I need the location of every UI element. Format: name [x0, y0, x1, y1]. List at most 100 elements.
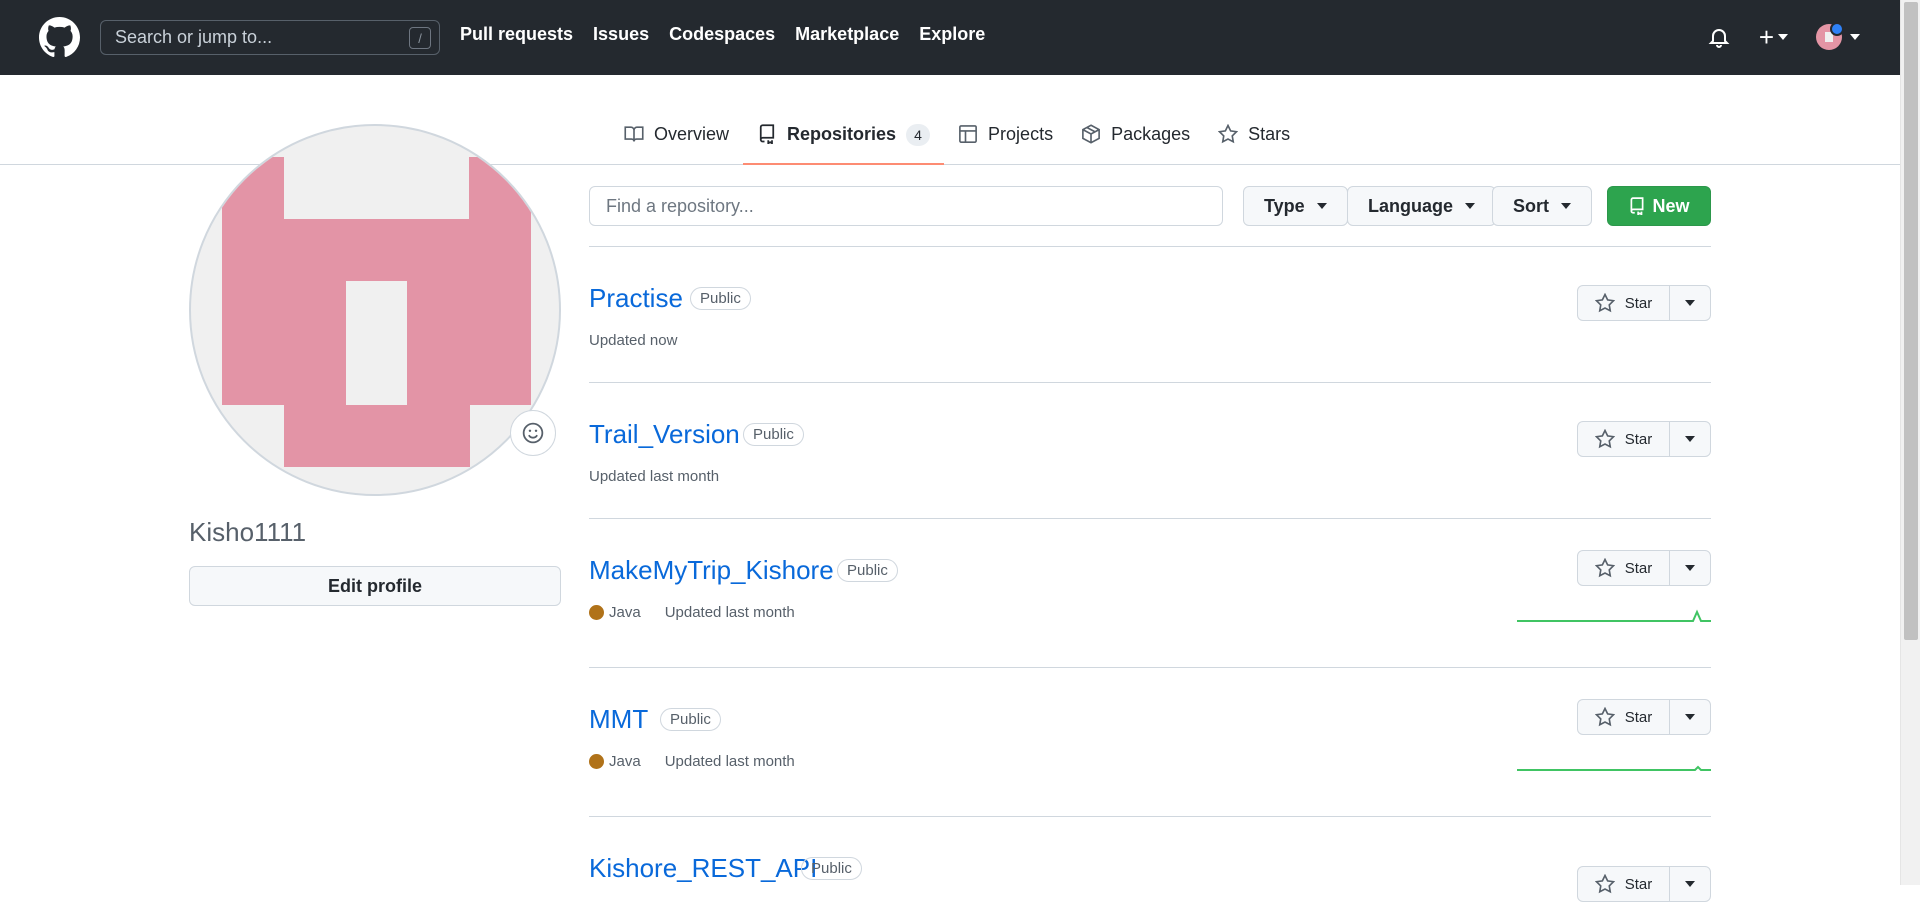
chevron-down-icon [1316, 203, 1327, 209]
star-icon [1594, 293, 1615, 313]
repo-name-link[interactable]: Trail_Version [589, 419, 740, 450]
language-color-dot [589, 605, 604, 620]
notification-status-dot [1830, 22, 1844, 36]
github-logo-icon[interactable] [39, 17, 80, 58]
repo-name-link[interactable]: Kishore_REST_API [589, 853, 817, 884]
nav-codespaces[interactable]: Codespaces [669, 24, 775, 45]
star-button-label: Star [1624, 875, 1653, 893]
star-button-group: Star [1577, 866, 1711, 902]
star-list-dropdown[interactable] [1670, 867, 1710, 901]
notification-bell-icon[interactable] [1707, 24, 1731, 50]
repo-meta: Java Updated last month [589, 604, 795, 621]
book-icon [624, 126, 644, 142]
language-filter-button[interactable]: Language [1347, 186, 1497, 226]
chevron-down-icon [1685, 881, 1695, 887]
chevron-down-icon [1685, 436, 1695, 442]
user-menu-caret-icon[interactable] [1850, 34, 1860, 40]
star-list-dropdown[interactable] [1670, 286, 1710, 320]
global-search-input[interactable]: Search or jump to... / [100, 20, 440, 55]
star-button[interactable]: Star [1578, 286, 1670, 320]
nav-explore[interactable]: Explore [919, 24, 985, 45]
tab-packages-label: Packages [1111, 124, 1191, 144]
star-icon [1594, 429, 1615, 449]
star-button-label: Star [1624, 708, 1653, 726]
page-scrollbar[interactable] [1900, 0, 1920, 885]
star-button[interactable]: Star [1578, 867, 1670, 901]
repo-meta: Updated now [589, 332, 677, 349]
star-button-group: Star [1577, 285, 1711, 321]
search-placeholder: Search or jump to... [115, 27, 273, 47]
repo-list-item: MakeMyTrip_Kishore Public Java Updated l… [589, 518, 1711, 667]
repo-list-item: Practise Public Updated now Star [589, 246, 1711, 382]
tab-projects[interactable]: Projects [944, 115, 1067, 165]
chevron-down-icon [1465, 203, 1476, 209]
star-button-label: Star [1624, 430, 1653, 448]
star-button[interactable]: Star [1578, 700, 1670, 734]
repo-updated: Updated last month [664, 604, 795, 621]
nav-issues[interactable]: Issues [593, 24, 649, 45]
repo-name-link[interactable]: MMT [589, 704, 648, 735]
activity-sparkline [1517, 609, 1711, 622]
tab-stars[interactable]: Stars [1204, 115, 1304, 165]
table-icon [959, 125, 977, 143]
repo-meta: Updated last month [589, 468, 719, 485]
visibility-badge: Public [743, 423, 804, 446]
star-button[interactable]: Star [1578, 551, 1670, 585]
star-button-group: Star [1577, 421, 1711, 457]
repo-list-item: Kishore_REST_API Public Star [589, 816, 1711, 902]
repo-list-item: Trail_Version Public Updated last month … [589, 382, 1711, 518]
repo-icon [1631, 197, 1644, 215]
visibility-badge: Public [660, 708, 721, 731]
sort-filter-label: Sort [1513, 195, 1549, 216]
chevron-down-icon [1685, 714, 1695, 720]
star-button-group: Star [1577, 699, 1711, 735]
tab-repositories[interactable]: Repositories 4 [743, 115, 945, 165]
scrollbar-thumb[interactable] [1904, 2, 1918, 640]
search-shortcut-key: / [409, 27, 431, 49]
repo-updated: Updated last month [589, 468, 720, 485]
repo-language: Java [609, 604, 641, 621]
repo-updated: Updated last month [664, 753, 795, 770]
star-button[interactable]: Star [1578, 422, 1670, 456]
new-repository-label: New [1652, 195, 1690, 216]
tab-packages[interactable]: Packages [1067, 115, 1204, 165]
star-list-dropdown[interactable] [1670, 422, 1710, 456]
star-icon [1594, 558, 1615, 578]
repo-list-item: MMT Public Java Updated last month Star [589, 667, 1711, 816]
edit-profile-button[interactable]: Edit profile [189, 566, 561, 606]
find-repository-input[interactable]: Find a repository... [589, 186, 1223, 226]
new-repository-button[interactable]: New [1607, 186, 1711, 226]
chevron-down-icon [1685, 565, 1695, 571]
create-new-plus-icon[interactable]: + [1759, 24, 1774, 50]
visibility-badge: Public [837, 559, 898, 582]
profile-username: Kisho1111 [189, 517, 307, 547]
set-status-button[interactable] [510, 410, 556, 456]
star-list-dropdown[interactable] [1670, 551, 1710, 585]
chevron-down-icon [1561, 203, 1571, 209]
sort-filter-button[interactable]: Sort [1492, 186, 1592, 226]
tab-overview[interactable]: Overview [610, 115, 743, 165]
repo-name-link[interactable]: Practise [589, 283, 683, 314]
nav-pull-requests[interactable]: Pull requests [460, 24, 573, 45]
chevron-down-icon [1685, 300, 1695, 306]
visibility-badge: Public [801, 857, 862, 880]
type-filter-label: Type [1264, 195, 1305, 216]
repo-meta: Java Updated last month [589, 753, 795, 770]
profile-avatar[interactable] [189, 124, 561, 496]
activity-sparkline [1517, 765, 1711, 771]
repo-name-link[interactable]: MakeMyTrip_Kishore [589, 555, 834, 586]
smiley-icon [522, 422, 544, 444]
repositories-count-badge: 4 [906, 124, 931, 146]
create-new-caret-icon[interactable] [1778, 34, 1788, 40]
star-list-dropdown[interactable] [1670, 700, 1710, 734]
repo-language: Java [609, 753, 641, 770]
tab-repositories-label: Repositories [787, 124, 897, 144]
type-filter-button[interactable]: Type [1243, 186, 1348, 226]
nav-marketplace[interactable]: Marketplace [795, 24, 899, 45]
star-icon [1594, 874, 1615, 894]
tab-overview-label: Overview [654, 124, 730, 144]
star-button-label: Star [1624, 294, 1653, 312]
repo-updated: Updated now [589, 332, 678, 349]
star-button-group: Star [1577, 550, 1711, 586]
language-color-dot [589, 754, 604, 769]
